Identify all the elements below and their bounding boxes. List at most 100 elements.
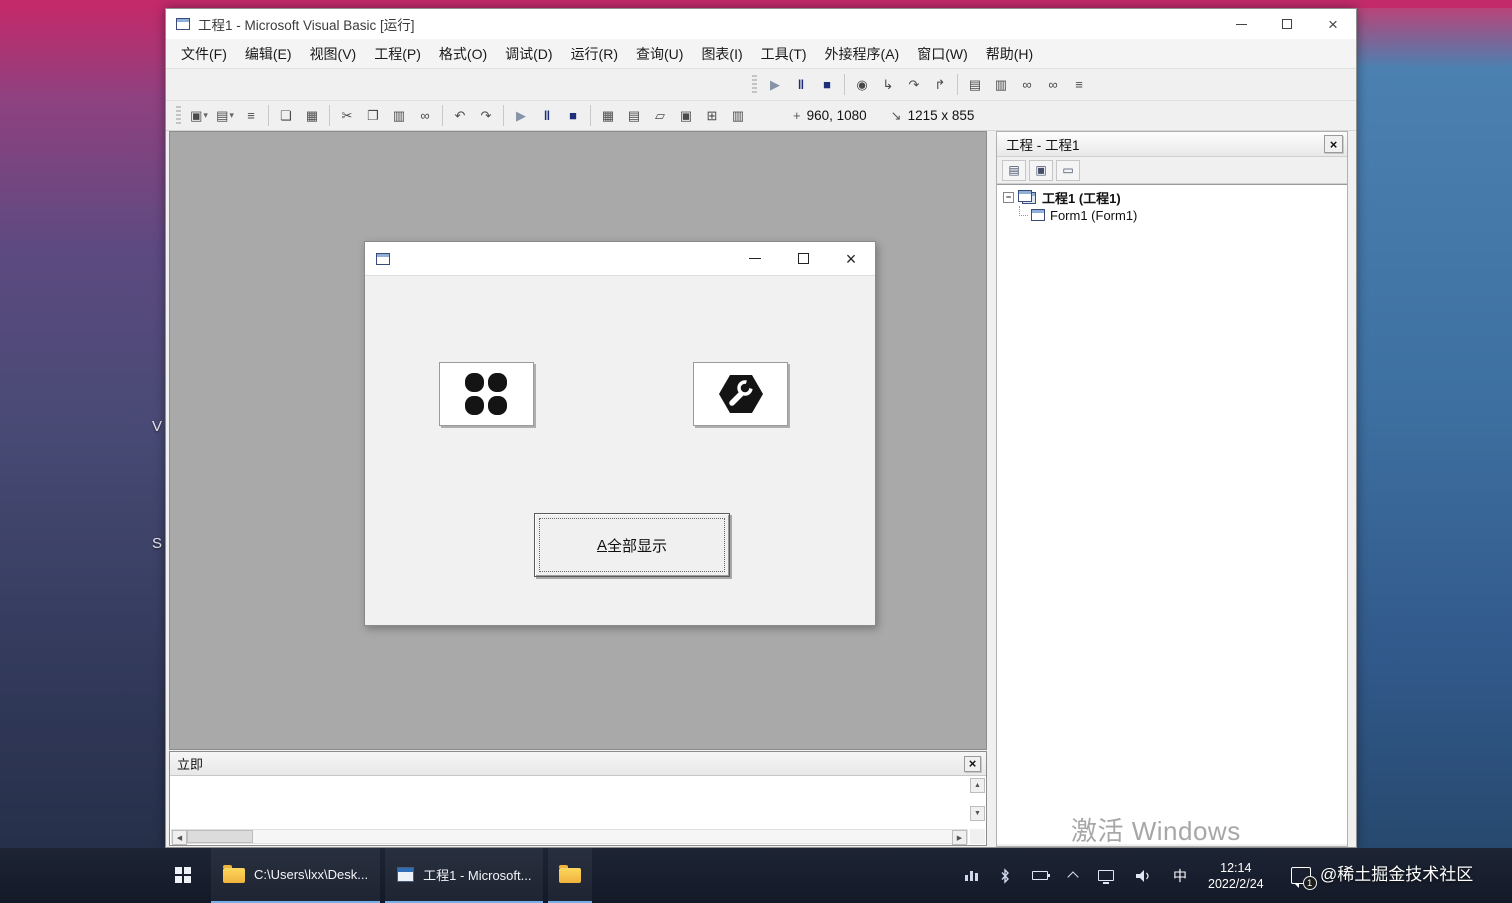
end-button[interactable]: ■	[560, 104, 586, 128]
network-icon[interactable]	[1098, 870, 1114, 884]
call-stack-button[interactable]: ≡	[1066, 73, 1092, 97]
focus-rectangle	[539, 518, 725, 572]
tree-node-project[interactable]: − 工程1 (工程1)	[997, 185, 1347, 206]
form-maximize-button[interactable]	[779, 242, 827, 275]
menu-file[interactable]: 文件(F)	[172, 39, 236, 68]
scrollbar-thumb[interactable]	[187, 830, 253, 843]
ime-indicator[interactable]: 中	[1173, 866, 1187, 886]
paste-button[interactable]: ▥	[386, 104, 412, 128]
taskbar-item-vb[interactable]: 工程1 - Microsoft...	[385, 848, 544, 903]
tree-connector	[1019, 205, 1028, 216]
start-button[interactable]	[160, 848, 206, 903]
add-project-button[interactable]: ▣ ▾	[186, 104, 212, 128]
volume-icon[interactable]	[1135, 869, 1152, 883]
step-into-button[interactable]: ↳	[875, 73, 901, 97]
dropdown-icon: ▾	[229, 110, 234, 120]
toggle-folders-button[interactable]: ▭	[1056, 159, 1080, 181]
scrollbar-corner	[970, 829, 985, 844]
scroll-left-button[interactable]: ◀	[172, 830, 187, 845]
picture-box-right[interactable]	[693, 362, 788, 426]
toolbox-button[interactable]: ⊞	[699, 104, 725, 128]
bluetooth-icon[interactable]	[999, 867, 1011, 884]
undo-button[interactable]: ↶	[447, 104, 473, 128]
start-button[interactable]: ▶	[508, 104, 534, 128]
start-button[interactable]: ▶	[762, 73, 788, 97]
standard-toolbar: ▣ ▾ ▤ ▾ ≡ ❏ ▦ ✂ ❐ ▥ ∞ ↶ ↷ ▶ ‖ ■ ▦ ▤ ▱ ▣ ⊞ …	[166, 101, 1356, 131]
taskbar-item-explorer-desk[interactable]: C:\Users\lxx\Desk...	[211, 848, 381, 903]
wallpaper-top-strip	[0, 0, 1512, 8]
form-layout-button[interactable]: ▱	[647, 104, 673, 128]
hidden-icons-chevron[interactable]	[1067, 870, 1079, 883]
menu-bar: 文件(F) 编辑(E) 视图(V) 工程(P) 格式(O) 调试(D) 运行(R…	[166, 39, 1356, 69]
form-close-button[interactable]: ×	[827, 242, 875, 275]
menu-edit[interactable]: 编辑(E)	[236, 39, 301, 68]
position-value: 960, 1080	[806, 108, 867, 123]
menu-run[interactable]: 运行(R)	[562, 39, 627, 68]
menu-query[interactable]: 查询(U)	[627, 39, 692, 68]
tree-node-form1[interactable]: Form1 (Form1)	[997, 205, 1347, 225]
save-project-button[interactable]: ▦	[299, 104, 325, 128]
vmware-tray-icon[interactable]	[965, 870, 978, 881]
minimize-button[interactable]	[1218, 9, 1264, 39]
menu-debug[interactable]: 调试(D)	[496, 39, 561, 68]
project-explorer-button[interactable]: ▦	[595, 104, 621, 128]
close-button[interactable]: ×	[1310, 9, 1356, 39]
menu-editor-button[interactable]: ≡	[238, 104, 264, 128]
scroll-up-button[interactable]: ▲	[970, 778, 985, 793]
scroll-right-button[interactable]: ▶	[952, 830, 967, 845]
view-object-button[interactable]: ▣	[1029, 159, 1053, 181]
end-button[interactable]: ■	[814, 73, 840, 97]
object-browser-button[interactable]: ▣	[673, 104, 699, 128]
copy-button[interactable]: ❐	[360, 104, 386, 128]
break-button[interactable]: ‖	[534, 104, 560, 128]
toggle-breakpoint-button[interactable]: ◉	[849, 73, 875, 97]
vertical-scrollbar[interactable]: ▲ ▼	[970, 778, 985, 821]
maximize-button[interactable]	[1264, 9, 1310, 39]
add-form-button[interactable]: ▤ ▾	[212, 104, 238, 128]
picture-box-left[interactable]	[439, 362, 534, 426]
immediate-content[interactable]: ▲ ▼ ◀ ▶	[170, 776, 986, 845]
menu-tools[interactable]: 工具(T)	[752, 39, 816, 68]
redo-button[interactable]: ↷	[473, 104, 499, 128]
break-button[interactable]: ‖	[788, 73, 814, 97]
scroll-down-button[interactable]: ▼	[970, 806, 985, 821]
menu-addins[interactable]: 外接程序(A)	[816, 39, 909, 68]
position-indicator: + 960, 1080	[793, 108, 867, 123]
menu-view[interactable]: 视图(V)	[301, 39, 366, 68]
toolbar-separator	[268, 105, 269, 126]
step-out-button[interactable]: ↱	[927, 73, 953, 97]
cut-button[interactable]: ✂	[334, 104, 360, 128]
project-explorer-close-button[interactable]: ×	[1324, 135, 1343, 153]
windows-logo-icon	[174, 867, 192, 884]
horizontal-scrollbar[interactable]: ◀ ▶	[171, 829, 968, 845]
menu-format[interactable]: 格式(O)	[430, 39, 496, 68]
vb-app-icon	[397, 867, 415, 882]
immediate-window-button[interactable]: ▥	[988, 73, 1014, 97]
menu-help[interactable]: 帮助(H)	[977, 39, 1042, 68]
action-center-button[interactable]: 1	[1290, 867, 1317, 890]
show-all-button[interactable]: A 全部显示	[534, 513, 730, 577]
properties-window-button[interactable]: ▤	[621, 104, 647, 128]
toolbar-grip[interactable]	[176, 105, 181, 126]
desktop-icon-text-fragment: V	[152, 418, 163, 435]
immediate-close-button[interactable]: ×	[964, 755, 981, 772]
menu-project[interactable]: 工程(P)	[365, 39, 430, 68]
toolbar-grip[interactable]	[752, 74, 757, 95]
taskbar-clock[interactable]: 12:14 2022/2/24	[1208, 860, 1264, 892]
step-over-button[interactable]: ↷	[901, 73, 927, 97]
menu-diagram[interactable]: 图表(I)	[692, 39, 751, 68]
form-minimize-button[interactable]	[731, 242, 779, 275]
open-project-button[interactable]: ❏	[273, 104, 299, 128]
watch-window-button[interactable]: ∞	[1014, 73, 1040, 97]
menu-window[interactable]: 窗口(W)	[908, 39, 977, 68]
find-button[interactable]: ∞	[412, 104, 438, 128]
scrollbar-track[interactable]	[253, 830, 952, 843]
collapse-icon[interactable]: −	[1003, 191, 1014, 203]
desktop-icon-text-fragment: S	[152, 535, 163, 552]
taskbar-item-file-explorer[interactable]	[548, 848, 593, 903]
data-view-button[interactable]: ▥	[725, 104, 751, 128]
quick-watch-button[interactable]: ∞	[1040, 73, 1066, 97]
view-code-button[interactable]: ▤	[1002, 159, 1026, 181]
battery-icon[interactable]	[1032, 871, 1050, 880]
locals-window-button[interactable]: ▤	[962, 73, 988, 97]
